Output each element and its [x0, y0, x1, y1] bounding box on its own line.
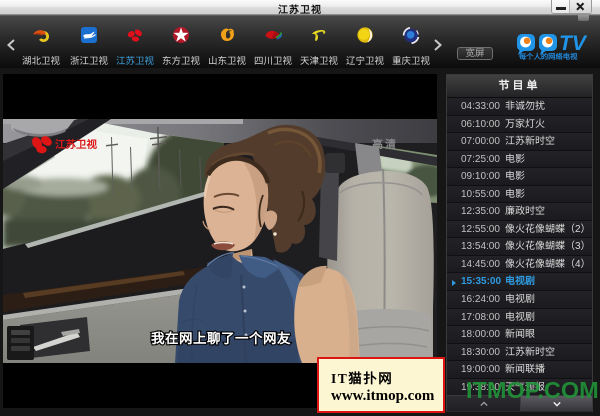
svg-text:我在网上聊了一个网友: 我在网上聊了一个网友: [151, 331, 291, 346]
svg-text:江苏卫视: 江苏卫视: [55, 138, 97, 151]
svg-text:每个人的网络电视: 每个人的网络电视: [518, 52, 578, 61]
svg-text:高清: 高清: [372, 138, 398, 151]
